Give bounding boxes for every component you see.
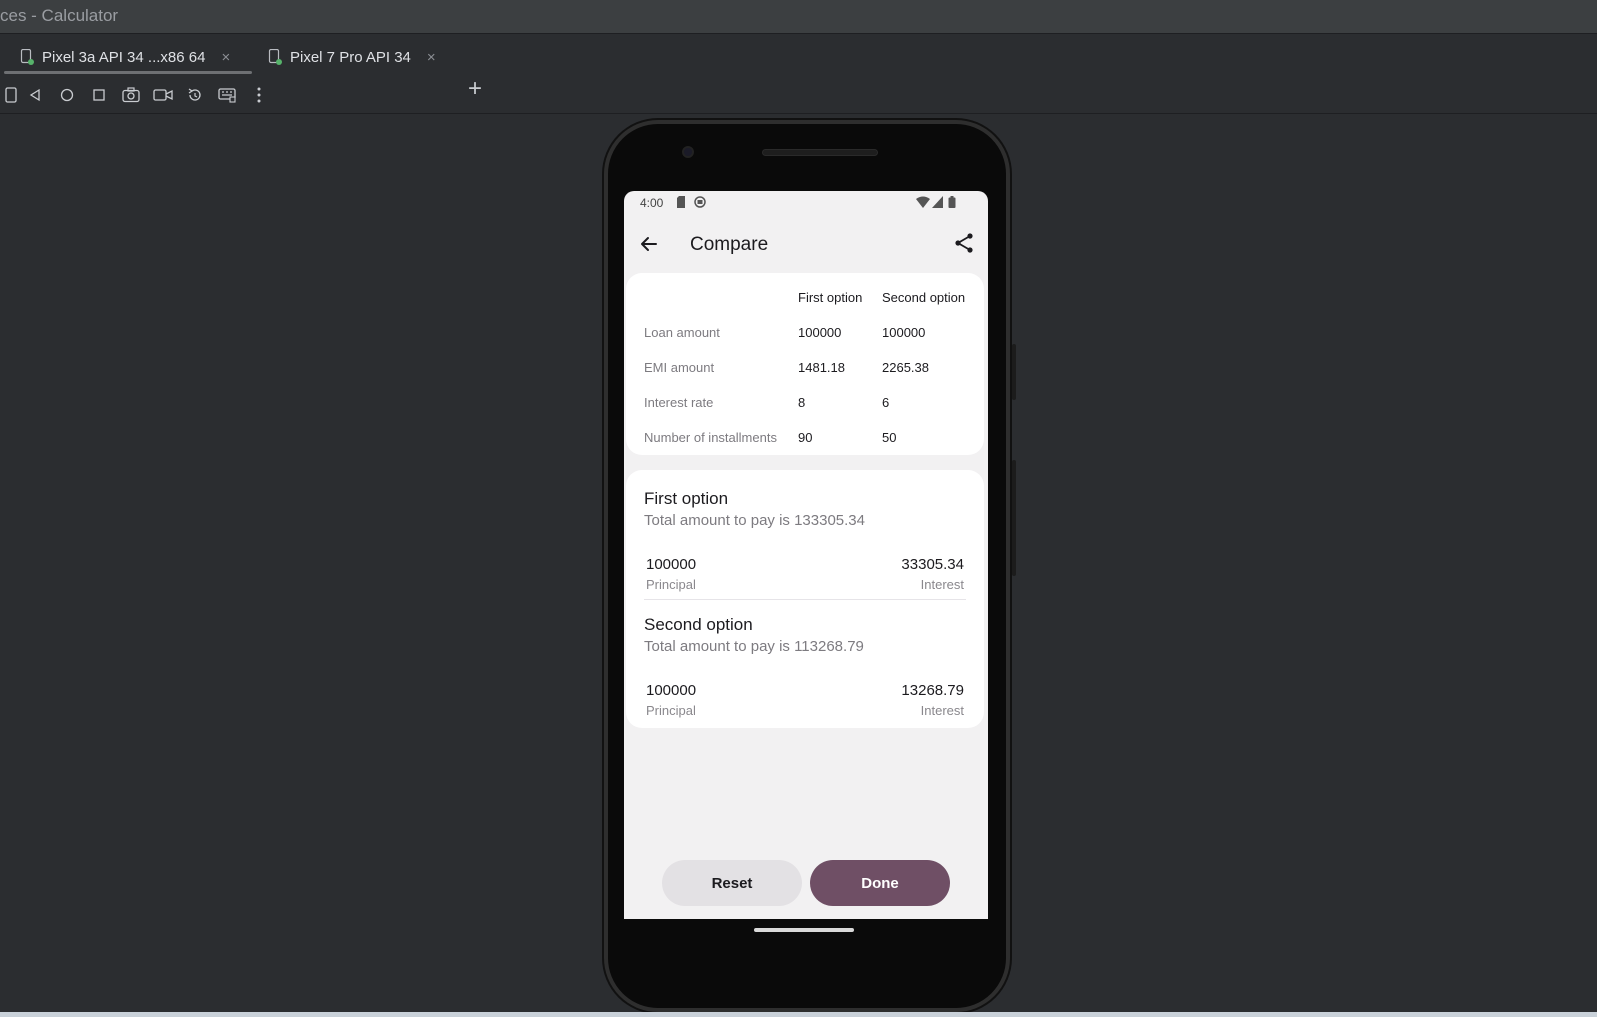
tab-pixel-3a[interactable]: Pixel 3a API 34 ...x86 64 ×	[20, 43, 230, 71]
second-value: 50	[882, 430, 897, 445]
volume-button	[1012, 460, 1016, 576]
power-button	[1012, 344, 1016, 400]
table-row: Number of installments 90 50	[626, 430, 984, 450]
emulator-toolbar	[0, 78, 1597, 114]
sd-card-icon	[676, 196, 686, 211]
app-notification-icon	[694, 196, 706, 211]
status-bar: 4:00	[624, 191, 988, 213]
first-interest-label: Interest	[920, 577, 964, 592]
device-icon	[20, 48, 34, 65]
second-value: 2265.38	[882, 360, 929, 375]
overview-icon[interactable]	[88, 84, 110, 106]
second-value: 100000	[882, 325, 926, 340]
reset-button[interactable]: Reset	[662, 860, 802, 906]
device-tab-bar: Pixel 3a API 34 ...x86 64 × Pixel 7 Pro …	[0, 35, 1597, 101]
screen-record-icon[interactable]	[152, 84, 174, 106]
row-label: Number of installments	[644, 430, 777, 445]
app-screen: 4:00 Compare First option Second option …	[624, 191, 988, 919]
breakdown-card: First option Total amount to pay is 1333…	[626, 470, 984, 728]
battery-icon	[948, 196, 956, 211]
first-value: 8	[798, 395, 806, 410]
first-option-title: First option	[644, 489, 729, 508]
table-row: Interest rate 8 6	[626, 395, 984, 415]
row-label: EMI amount	[644, 360, 715, 375]
first-value: 1481.18	[798, 360, 845, 375]
top-app-bar: Compare	[624, 221, 988, 267]
cell-signal-icon	[932, 196, 943, 211]
second-option-total: Total amount to pay is 113268.79	[644, 638, 864, 655]
table-row: EMI amount 1481.18 2265.38	[626, 360, 984, 380]
first-principal-value: 100000	[646, 556, 697, 573]
column-header-first: First option	[798, 290, 863, 305]
page-title: Compare	[690, 234, 769, 255]
second-principal-value: 100000	[646, 682, 697, 699]
back-arrow-icon[interactable]	[636, 231, 662, 257]
rotate-icon[interactable]	[184, 84, 206, 106]
row-label: Loan amount	[644, 325, 720, 340]
second-value: 6	[882, 395, 890, 410]
second-interest-label: Interest	[920, 703, 964, 718]
comparison-table-card: First option Second option Loan amount 1…	[626, 273, 984, 455]
second-principal-label: Principal	[646, 703, 696, 718]
gesture-nav-bar[interactable]	[754, 928, 854, 932]
home-icon[interactable]	[56, 84, 78, 106]
close-icon[interactable]: ×	[221, 49, 230, 66]
share-icon[interactable]	[952, 231, 976, 255]
device-frame-icon[interactable]	[0, 84, 22, 106]
column-header-second: Second option	[882, 290, 966, 305]
first-principal-label: Principal	[646, 577, 696, 592]
second-option-title: Second option	[644, 615, 753, 634]
status-time: 4:00	[640, 196, 664, 210]
row-label: Interest rate	[644, 395, 714, 410]
first-interest-value: 33305.34	[901, 556, 964, 573]
second-interest-value: 13268.79	[901, 682, 964, 699]
first-option-total: Total amount to pay is 133305.34	[644, 512, 865, 529]
first-value: 90	[798, 430, 813, 445]
divider	[644, 599, 966, 600]
keyboard-icon[interactable]	[216, 84, 238, 106]
tab-label: Pixel 7 Pro API 34	[290, 48, 411, 66]
close-icon[interactable]: ×	[427, 49, 436, 66]
table-row: Loan amount 100000 100000	[626, 325, 984, 345]
earpiece-speaker	[762, 149, 878, 156]
window-titlebar: ces - Calculator	[0, 0, 1597, 34]
tab-label: Pixel 3a API 34 ...x86 64	[42, 48, 206, 66]
window-title: ces - Calculator	[0, 6, 119, 25]
device-icon	[268, 48, 282, 65]
more-icon[interactable]	[248, 84, 270, 106]
first-value: 100000	[798, 325, 842, 340]
active-tab-indicator	[4, 71, 252, 74]
wifi-icon	[916, 196, 930, 211]
front-camera	[682, 146, 694, 158]
back-icon[interactable]	[24, 84, 46, 106]
done-button[interactable]: Done	[810, 860, 950, 906]
screenshot-icon[interactable]	[120, 84, 142, 106]
ide-status-strip	[0, 1012, 1597, 1017]
tab-pixel-7-pro[interactable]: Pixel 7 Pro API 34 ×	[268, 43, 436, 71]
